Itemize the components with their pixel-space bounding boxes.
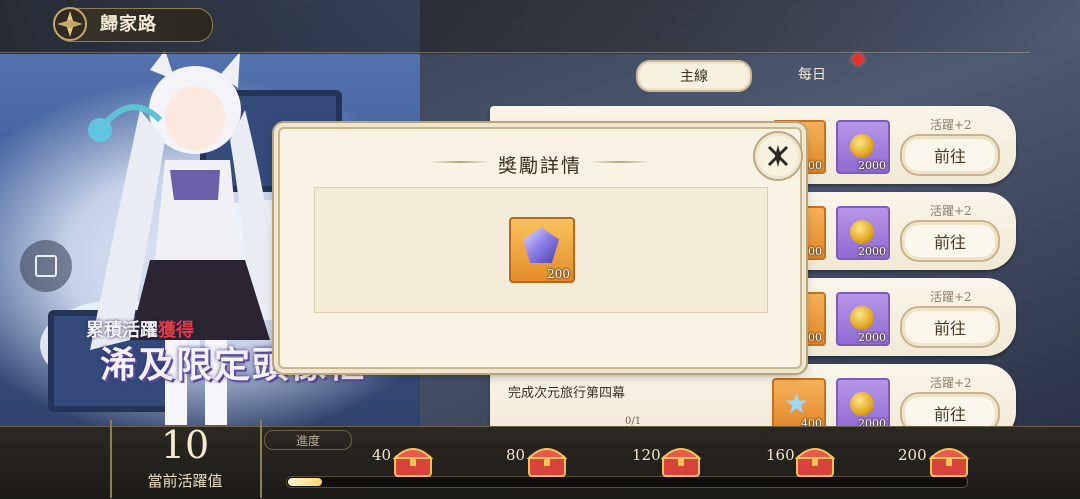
tab-main-quest[interactable]: 主線 bbox=[636, 60, 752, 92]
milestone-value: 160 bbox=[766, 446, 795, 464]
close-button[interactable] bbox=[753, 131, 803, 181]
treasure-chest-icon bbox=[928, 448, 970, 477]
square-icon bbox=[35, 255, 57, 277]
progress-track bbox=[286, 476, 968, 488]
go-button[interactable]: 前往 bbox=[900, 134, 1000, 176]
activity-points-label: 活躍+2 bbox=[930, 376, 972, 390]
activity-points-label: 活躍+2 bbox=[930, 290, 972, 304]
progress-label: 進度 bbox=[264, 430, 352, 450]
reward-count: 200 bbox=[547, 267, 570, 281]
side-menu-button[interactable] bbox=[20, 240, 72, 292]
go-button[interactable]: 前往 bbox=[900, 306, 1000, 348]
reward-count: 300 bbox=[801, 331, 822, 344]
back-compass-icon[interactable] bbox=[52, 6, 88, 42]
go-button[interactable]: 前往 bbox=[900, 220, 1000, 262]
coin-icon bbox=[850, 392, 874, 416]
activity-label: 當前活躍值 bbox=[147, 472, 223, 490]
activity-value: 10 bbox=[160, 423, 210, 467]
treasure-chest-icon bbox=[660, 448, 702, 477]
header-divider bbox=[0, 52, 1030, 53]
reward-item[interactable]: 200 bbox=[509, 217, 575, 283]
quest-text: 完成次元旅行第四幕 bbox=[508, 386, 626, 401]
milestone-value: 120 bbox=[632, 446, 661, 464]
coin-icon bbox=[850, 134, 874, 158]
treasure-chest-icon bbox=[392, 448, 434, 477]
reward-slot[interactable]: 2000 bbox=[836, 206, 890, 260]
reward-slot[interactable]: 2000 bbox=[836, 292, 890, 346]
activity-points-label: 活躍+2 bbox=[930, 204, 972, 218]
coin-icon bbox=[850, 306, 874, 330]
reward-count: 2000 bbox=[858, 159, 886, 172]
treasure-chest-icon bbox=[794, 448, 836, 477]
milestone-value: 200 bbox=[898, 446, 927, 464]
reward-slot[interactable]: ★ 400 bbox=[772, 378, 826, 432]
progress-fill bbox=[288, 478, 322, 486]
modal-title: 獎勵詳情 bbox=[497, 155, 582, 177]
reward-details-modal: 獎勵詳情 200 bbox=[278, 127, 802, 369]
coin-icon bbox=[850, 220, 874, 244]
star-icon: ★ bbox=[784, 387, 810, 420]
milestone-value: 80 bbox=[506, 446, 526, 464]
reward-slot[interactable]: 2000 bbox=[836, 120, 890, 174]
treasure-chest-icon bbox=[526, 448, 568, 477]
milestone-value: 40 bbox=[372, 446, 392, 464]
reward-count: 100 bbox=[801, 159, 822, 172]
reward-slot[interactable]: 2000 bbox=[836, 378, 890, 432]
reward-count: 2000 bbox=[858, 331, 886, 344]
reward-count: 200 bbox=[801, 245, 822, 258]
activity-points-label: 活躍+2 bbox=[930, 118, 972, 132]
close-icon bbox=[767, 145, 789, 167]
crystal-gem-icon bbox=[523, 227, 559, 263]
tab-daily[interactable]: 每日 bbox=[772, 60, 852, 88]
reward-count: 2000 bbox=[858, 245, 886, 258]
page-title: 歸家路 bbox=[100, 14, 157, 35]
